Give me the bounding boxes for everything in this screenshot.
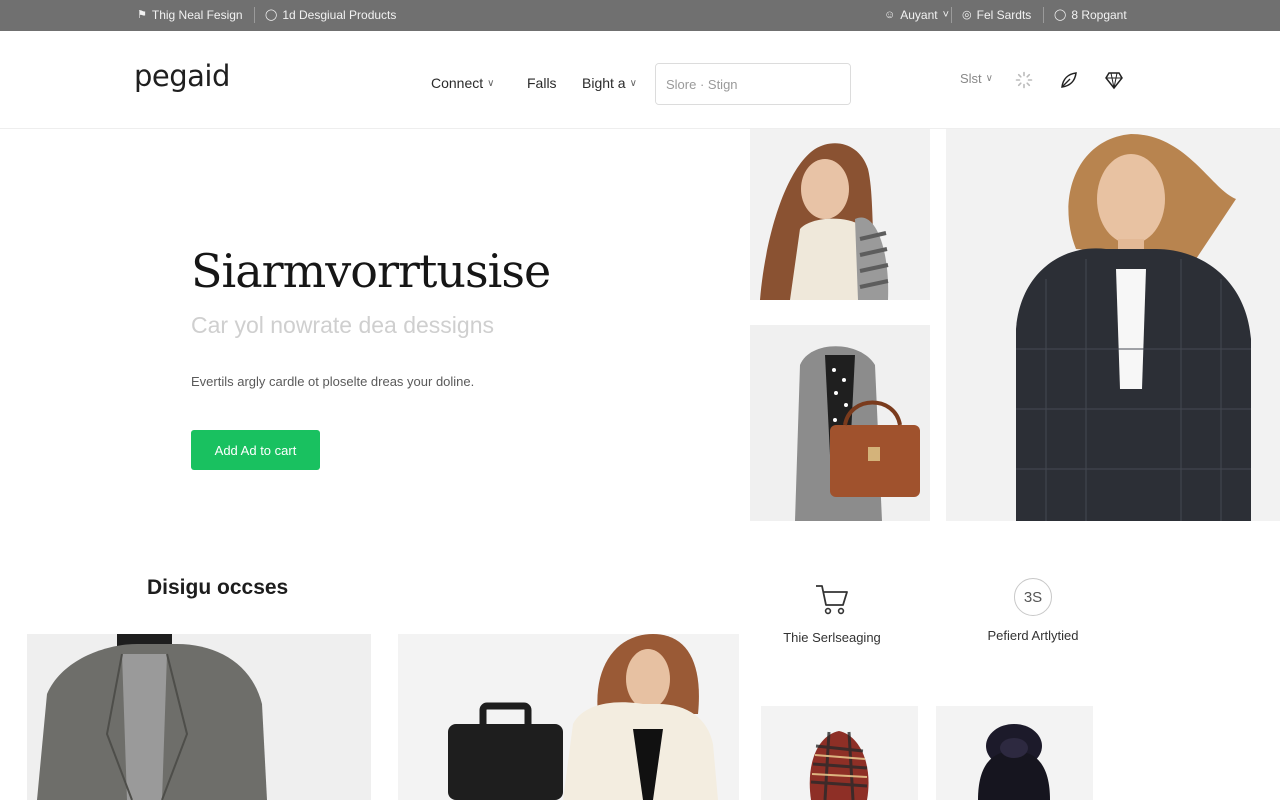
feature-badge: 3S bbox=[1014, 578, 1052, 616]
sort-label: Slst bbox=[960, 71, 982, 86]
search-box bbox=[655, 63, 851, 105]
topbar-label-support: 8 Ropgant bbox=[1071, 8, 1127, 22]
topbar-divider bbox=[1043, 7, 1044, 23]
product-image-suit-man[interactable] bbox=[27, 634, 371, 800]
topbar-divider bbox=[254, 7, 255, 23]
diamond-icon[interactable] bbox=[1103, 69, 1125, 91]
product-image-scarf-model[interactable] bbox=[750, 129, 930, 300]
feature-label-shipping: Thie Serlseaging bbox=[783, 630, 881, 645]
topbar-link-design[interactable]: ⚑ Thig Neal Fesign bbox=[137, 8, 243, 22]
nav-label-falls: Falls bbox=[527, 75, 557, 91]
section-title: Disigu occses bbox=[147, 576, 289, 599]
add-to-cart-button[interactable]: Add Ad to cart bbox=[191, 430, 320, 470]
product-image-blazer-model[interactable] bbox=[946, 129, 1280, 521]
product-image-coat[interactable] bbox=[936, 706, 1093, 800]
topbar-account[interactable]: ☺ Auyant ˅ bbox=[884, 8, 949, 22]
hero-description: Evertils argly cardle ot ploselte dreas … bbox=[191, 374, 475, 389]
feature-analytics[interactable]: 3S Pefierd Artlytied bbox=[963, 578, 1103, 643]
chevron-down-icon: ∨ bbox=[487, 77, 495, 89]
user-icon: ☺ bbox=[884, 8, 896, 21]
site-header: pegaid Connect ∨ Falls Bight a ∨ Slst ∨ bbox=[0, 31, 1280, 129]
search-input[interactable] bbox=[656, 64, 850, 104]
nav-label-bight: Bight a bbox=[582, 75, 626, 91]
cart-icon bbox=[816, 585, 848, 615]
product-image-briefcase-model[interactable] bbox=[398, 634, 739, 800]
nav-item-falls[interactable]: Falls bbox=[527, 75, 557, 91]
chevron-down-icon: ∨ bbox=[985, 73, 993, 84]
topbar-label-products: 1d Desgiual Products bbox=[282, 8, 397, 22]
support-icon: ◯ bbox=[1054, 8, 1067, 21]
hero-title: Siarmvorrtusise bbox=[191, 244, 551, 298]
feature-shipping[interactable]: Thie Serlseaging bbox=[762, 580, 902, 645]
product-image-scarf[interactable] bbox=[761, 706, 918, 800]
topbar-label-design: Thig Neal Fesign bbox=[151, 8, 243, 22]
product-image-bag-model[interactable] bbox=[750, 325, 930, 521]
topbar-label-account: Auyant bbox=[900, 8, 938, 22]
flag-icon: ⚑ bbox=[137, 8, 147, 21]
nav-item-connect[interactable]: Connect ∨ bbox=[431, 75, 494, 91]
brand-logo[interactable]: pegaid bbox=[134, 59, 230, 93]
topbar-link-support[interactable]: ◯ 8 Ropgant bbox=[1054, 8, 1127, 22]
globe-icon: ◎ bbox=[962, 8, 972, 21]
utility-bar: ⚑ Thig Neal Fesign ◯ 1d Desgiual Product… bbox=[0, 0, 1280, 31]
nav-item-bight[interactable]: Bight a ∨ bbox=[582, 75, 637, 91]
chevron-down-icon: ˅ bbox=[942, 8, 950, 21]
leaf-icon[interactable] bbox=[1058, 69, 1080, 91]
chevron-down-icon: ∨ bbox=[629, 77, 637, 89]
topbar-link-sardts[interactable]: ◎ Fel Sardts bbox=[962, 8, 1031, 22]
nav-label-connect: Connect bbox=[431, 75, 484, 91]
sort-dropdown[interactable]: Slst ∨ bbox=[960, 71, 993, 86]
feature-label-analytics: Pefierd Artlytied bbox=[987, 628, 1079, 643]
topbar-link-products[interactable]: ◯ 1d Desgiual Products bbox=[265, 8, 396, 22]
topbar-divider bbox=[951, 7, 952, 23]
hero-subtitle: Car yol nowrate dea dessigns bbox=[191, 312, 494, 338]
circle-icon: ◯ bbox=[265, 8, 278, 21]
loader-icon[interactable] bbox=[1013, 69, 1035, 91]
topbar-label-sardts: Fel Sardts bbox=[976, 8, 1032, 22]
